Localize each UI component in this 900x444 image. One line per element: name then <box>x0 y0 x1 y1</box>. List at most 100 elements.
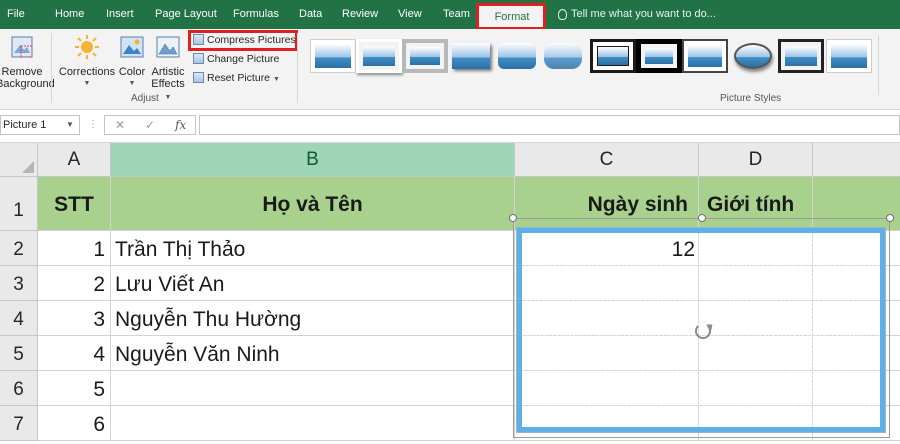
resize-handle-top-right[interactable] <box>886 214 894 222</box>
cell-a2[interactable]: 1 <box>38 231 111 266</box>
column-header-a[interactable]: A <box>38 143 111 177</box>
picture-styles-scroll[interactable] <box>878 35 899 95</box>
cell-a4[interactable]: 3 <box>38 301 111 336</box>
tab-page-layout[interactable]: Page Layout <box>155 0 217 29</box>
color-caret-icon: ▼ <box>128 80 136 87</box>
tab-team[interactable]: Team <box>443 0 470 29</box>
remove-background-icon <box>11 36 33 58</box>
enter-icon[interactable]: ✓ <box>145 116 155 134</box>
cell-b7[interactable] <box>111 406 515 441</box>
change-picture-icon <box>193 53 204 64</box>
picture-style-thumbnail <box>645 48 673 64</box>
rotate-handle-icon[interactable] <box>695 323 711 339</box>
corrections-label: Corrections <box>58 66 116 78</box>
row-header-2[interactable]: 2 <box>0 231 38 266</box>
picture-style-thumbnail <box>363 46 395 66</box>
picture-style-thumbnail <box>410 47 440 65</box>
name-box-dropdown-icon[interactable]: ▼ <box>66 115 74 135</box>
cell-b3[interactable]: Lưu Viết An <box>111 266 515 301</box>
tab-formulas[interactable]: Formulas <box>233 0 279 29</box>
column-header-e[interactable] <box>813 143 900 177</box>
tab-view[interactable]: View <box>398 0 422 29</box>
row-header-6[interactable]: 6 <box>0 371 38 406</box>
remove-background-label-2: Background <box>0 78 55 90</box>
ribbon-panel: Remove Background Corrections ▼ Color ▼ <box>0 29 900 110</box>
picture-style-thick-matte-black[interactable] <box>636 39 682 73</box>
insert-function-icon[interactable]: fx <box>175 116 186 134</box>
corrections-button[interactable]: Corrections ▼ <box>58 34 116 90</box>
cell-b4[interactable]: Nguyễn Thu Hường <box>111 301 515 336</box>
row-header-7[interactable]: 7 <box>0 406 38 441</box>
cell-a3[interactable]: 2 <box>38 266 111 301</box>
formula-bar-grip-icon: ⋮ <box>88 119 98 130</box>
row-header-4[interactable]: 4 <box>0 301 38 336</box>
cell-a5[interactable]: 4 <box>38 336 111 371</box>
artistic-effects-caret-icon: ▼ <box>164 94 172 101</box>
picture-style-simple-frame-black[interactable] <box>682 39 728 73</box>
remove-background-button[interactable]: Remove Background <box>0 34 55 90</box>
column-header-c[interactable]: C <box>515 143 699 177</box>
cell-b5[interactable]: Nguyễn Văn Ninh <box>111 336 515 371</box>
change-picture-button[interactable]: Change Picture <box>193 51 279 67</box>
row-header-3[interactable]: 3 <box>0 266 38 301</box>
picture-style-thumbnail <box>498 43 536 69</box>
ribbon-tab-bar: File Home Insert Page Layout Formulas Da… <box>0 0 900 30</box>
picture-style-thumbnail <box>785 46 817 66</box>
picture-style-double-frame-black[interactable] <box>590 39 636 73</box>
picture-style-thumbnail <box>315 44 351 68</box>
picture-style-thumbnail <box>688 45 722 67</box>
formula-buttons: ✕ ✓ fx <box>104 115 196 135</box>
column-header-d[interactable]: D <box>699 143 813 177</box>
artistic-effects-label-2-text: Effects <box>151 78 185 90</box>
picture-style-simple-frame[interactable] <box>310 39 356 73</box>
remove-background-label-1: Remove <box>1 66 43 78</box>
tab-home[interactable]: Home <box>55 0 84 29</box>
cell-a1[interactable]: STT <box>38 177 111 231</box>
cell-b6[interactable] <box>111 371 515 406</box>
picture-style-thumbnail <box>734 43 772 69</box>
change-picture-label: Change Picture <box>207 53 280 65</box>
tab-review[interactable]: Review <box>342 0 378 29</box>
formula-input[interactable] <box>199 115 900 135</box>
tab-data[interactable]: Data <box>299 0 322 29</box>
tell-me-text: Tell me what you want to do... <box>571 8 716 20</box>
cell-a7[interactable]: 6 <box>38 406 111 441</box>
cell-b2[interactable]: Trần Thị Thảo <box>111 231 515 266</box>
picture-style-beveled[interactable] <box>356 39 402 73</box>
worksheet-grid: A B C D 1 2 3 4 5 6 7 STT Họ và Tên Ngày… <box>0 143 900 441</box>
corrections-caret-icon: ▼ <box>83 80 91 87</box>
artistic-effects-label-1: Artistic <box>151 66 185 78</box>
tab-insert[interactable]: Insert <box>106 0 134 29</box>
sun-icon <box>75 35 99 59</box>
column-header-b[interactable]: B <box>111 143 515 177</box>
picture-style-thumbnail <box>831 44 867 68</box>
reset-picture-label: Reset Picture <box>207 72 271 84</box>
picture-style-drop-shadow[interactable] <box>448 39 494 73</box>
reset-picture-button[interactable]: Reset Picture ▼ <box>193 70 280 86</box>
picture-style-center-shadow[interactable] <box>778 39 824 73</box>
reset-picture-caret-icon: ▼ <box>272 76 280 83</box>
picture-style-oval[interactable] <box>730 39 776 73</box>
cancel-icon[interactable]: ✕ <box>115 116 125 134</box>
picture-style-rounded[interactable] <box>494 39 540 73</box>
picture-style-soft-edge[interactable] <box>540 39 586 73</box>
adjust-group-label: Adjust <box>131 93 159 104</box>
tab-file[interactable]: File <box>7 0 25 29</box>
ribbon-separator <box>297 33 298 103</box>
tell-me-search[interactable]: Tell me what you want to do... <box>558 0 716 29</box>
row-header-1[interactable]: 1 <box>0 177 38 231</box>
artistic-effects-icon <box>156 36 180 58</box>
resize-handle-top-center[interactable] <box>698 214 706 222</box>
cell-a6[interactable]: 5 <box>38 371 111 406</box>
resize-handle-top-left[interactable] <box>509 214 517 222</box>
row-header-5[interactable]: 5 <box>0 336 38 371</box>
picture-style-bevel-perspective[interactable] <box>826 39 872 73</box>
picture-style-metal-frame[interactable] <box>402 39 448 73</box>
select-all-triangle-icon <box>22 161 34 173</box>
compress-pictures-highlight <box>188 30 298 51</box>
color-button[interactable]: Color ▼ <box>116 34 148 90</box>
picture-styles-group-label: Picture Styles <box>720 93 782 104</box>
reset-picture-icon <box>193 72 204 83</box>
cell-b1[interactable]: Họ và Tên <box>111 177 515 231</box>
select-all-corner[interactable] <box>0 143 38 177</box>
